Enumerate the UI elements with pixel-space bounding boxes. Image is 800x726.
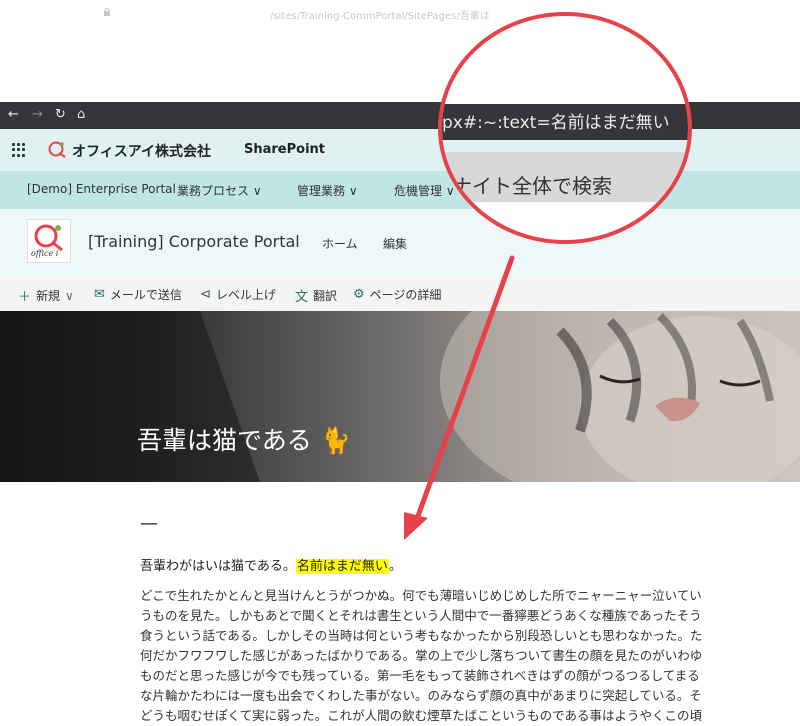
site-logo-text: office i [31, 249, 59, 258]
chevron-down-icon: ∨ [348, 184, 358, 198]
cat-emoji-icon: 🐈 [319, 426, 351, 455]
page-details-label: ページの詳細 [369, 288, 442, 302]
hub-item-label: 管理業務 [297, 184, 346, 198]
body-line: どうも咽むせぽくて実に弱った。これが人間の飲む煙草たばこというものである事はよう… [140, 708, 703, 723]
send-email-button[interactable]: ✉ メールで送信 [94, 286, 182, 303]
chevron-down-icon: ∨ [252, 184, 262, 198]
home-icon[interactable]: ⌂ [77, 107, 85, 122]
intro-paragraph: 吾輩わがはいは猫である。名前はまだ無い。 [140, 555, 402, 574]
magnified-search-placeholder: ナイト全体で検索 [452, 174, 612, 198]
body-line: ものだと思った感じが今でも残っている。第一毛をもって装飾されべきはずの顔がつるつ… [140, 668, 700, 683]
url-path: /sites/Training-CommPortal/SitePages/吾輩は [269, 11, 490, 22]
chevron-down-icon: ∨ [65, 288, 74, 303]
site-nav-home[interactable]: ホーム [322, 235, 358, 252]
url-host: officeilearning.sharepoint.com [118, 11, 270, 22]
hub-item-label: 危機管理 [394, 184, 443, 198]
plus-icon: ＋ [18, 290, 32, 305]
highlighted-text-fragment: 名前はまだ無い [295, 559, 389, 574]
hub-item-management[interactable]: 管理業務 ∨ [297, 182, 358, 199]
app-launcher-icon[interactable] [12, 143, 26, 157]
megaphone-icon: ⊲ [200, 287, 211, 302]
promote-button[interactable]: ⊲ レベル上げ [200, 286, 276, 303]
mail-icon: ✉ [94, 287, 105, 302]
intro-text: 吾輩わがはいは猫である。 [140, 559, 296, 574]
org-logo-icon [48, 141, 66, 158]
page-details-button[interactable]: ⚙ ページの詳細 [353, 286, 441, 303]
promote-label: レベル上げ [215, 288, 276, 302]
magnifier-callout: px#:~:text=名前はまだ無い ナイト全体で検索 [438, 12, 692, 244]
hero-banner [0, 311, 800, 482]
translate-label: 翻訳 [313, 289, 338, 303]
magnified-url-fragment: px#:~:text=名前はまだ無い [442, 113, 670, 133]
hero-cat-image [0, 311, 800, 482]
divider-dash: — [140, 513, 158, 534]
site-nav-edit[interactable]: 編集 [383, 235, 407, 252]
send-email-label: メールで送信 [109, 288, 182, 302]
body-line: 何だかフワフワした感じがあったばかりである。掌の上で少し落ちついて書生の顔を見た… [140, 648, 703, 663]
body-line: な片輪かたわには一度も出会でくわした事がない。のみならず顔の真中があまりに突起し… [140, 688, 702, 703]
body-line: どこで生れたかとんと見当けんとうがつかぬ。何でも薄暗いじめじめした所でニャーニャ… [140, 588, 702, 603]
reload-icon[interactable]: ↻ [55, 107, 66, 122]
body-line: 食うという話である。しかしその当時は何という考もなかったから別段恐しいとも思わな… [140, 628, 703, 643]
page-title-text: 吾輩は猫である [137, 426, 312, 455]
gear-icon: ⚙ [353, 287, 365, 302]
body-line: うものを見た。しかもあとで聞くとそれは書生という人間中で一番獰悪どうあくな種族で… [140, 608, 702, 623]
new-label: 新規 [36, 289, 61, 303]
forward-icon[interactable]: → [32, 107, 43, 122]
body-paragraph: どこで生れたかとんと見当けんとうがつかぬ。何でも薄暗いじめじめした所でニャーニャ… [140, 586, 800, 726]
hub-item-business-process[interactable]: 業務プロセス ∨ [177, 182, 262, 199]
intro-text-end: 。 [388, 559, 402, 574]
page-title: 吾輩は猫である 🐈 [137, 421, 351, 457]
new-button[interactable]: ＋ 新規 ∨ [18, 286, 74, 306]
address-bar[interactable]: officeilearning.sharepoint.com/sites/Tra… [118, 7, 490, 22]
back-icon[interactable]: ← [8, 107, 19, 122]
site-title[interactable]: [Training] Corporate Portal [88, 232, 300, 251]
hub-item-enterprise-portal[interactable]: [Demo] Enterprise Portal [27, 182, 176, 196]
lock-icon [104, 8, 110, 16]
site-logo[interactable]: office i [27, 219, 71, 263]
hub-item-label: 業務プロセス [177, 184, 250, 198]
org-name[interactable]: オフィスアイ株式会社 [72, 141, 211, 161]
magnified-suite-bar [442, 140, 688, 152]
translate-button[interactable]: 文 翻訳 [295, 286, 337, 305]
translate-icon: 文 [295, 290, 309, 305]
sharepoint-link[interactable]: SharePoint [244, 142, 325, 157]
